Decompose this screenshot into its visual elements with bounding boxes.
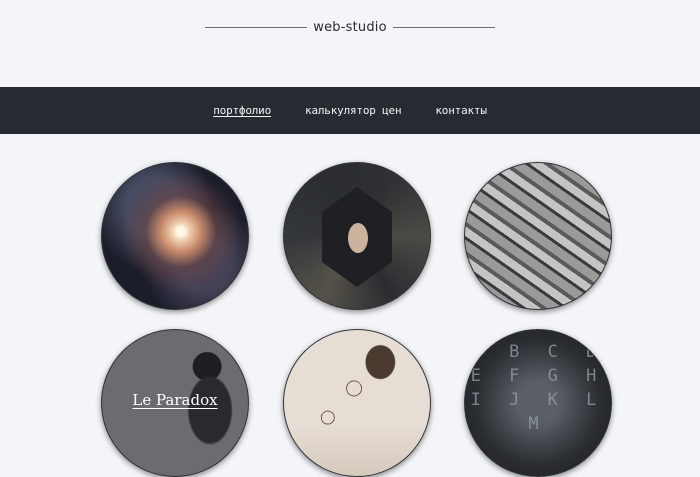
- portfolio-item-letters[interactable]: A B C D E F G H I J K L M: [464, 329, 612, 477]
- hexagon-shape: [322, 187, 392, 287]
- portfolio-grid: Le Paradox A B C D E F G H I J K L M: [0, 0, 700, 477]
- letters-texture: A B C D E F G H I J K L M: [470, 342, 606, 434]
- portfolio-item-hexagon[interactable]: [283, 162, 431, 310]
- portfolio-item-stones[interactable]: [464, 162, 612, 310]
- portfolio-item-galaxy[interactable]: [101, 162, 249, 310]
- portfolio-item-le-paradox[interactable]: Le Paradox: [101, 329, 249, 477]
- portfolio-item-sketches[interactable]: [283, 329, 431, 477]
- portfolio-item-title: Le Paradox: [132, 391, 218, 409]
